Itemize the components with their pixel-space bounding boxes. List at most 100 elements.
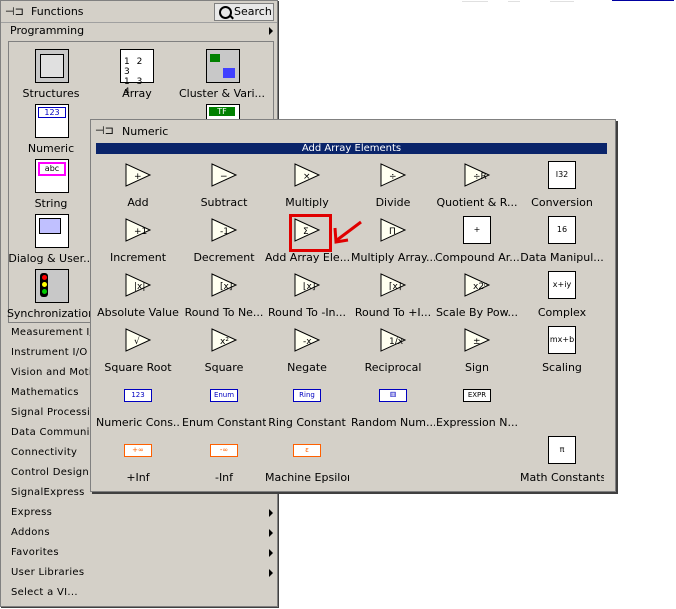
- numeric-item-label: Compound Ar...: [435, 251, 519, 264]
- numeric-item-12-icon[interactable]: |x|: [123, 270, 153, 300]
- numeric-item-label: Subtract: [200, 196, 248, 209]
- numeric-item-18-icon[interactable]: √: [123, 325, 153, 355]
- numeric-item-21-icon[interactable]: 1/x: [378, 325, 408, 355]
- red-arrow-annotation: [333, 220, 362, 244]
- numeric-item-label: Quotient & R...: [436, 196, 518, 209]
- numeric-item-label: Random Num...: [351, 416, 435, 429]
- string-icon[interactable]: abc: [35, 159, 69, 193]
- numeric-palette: ⊣⊐ Numeric Add Array Elements + Add − Subtr…: [90, 119, 616, 492]
- cluster-icon[interactable]: [206, 49, 240, 83]
- pin-icon[interactable]: ⊣⊐: [95, 124, 114, 137]
- numeric-item-label: Add Array Ele...: [265, 251, 349, 264]
- svg-text:|x|: |x|: [134, 282, 145, 292]
- numeric-item-23-icon[interactable]: mx+b: [547, 325, 577, 355]
- palette-label-cluster: Cluster & Vari...: [178, 87, 266, 100]
- numeric-item-label: Machine Epsilon: [265, 471, 349, 484]
- numeric-item-15-icon[interactable]: ⌈x⌉: [378, 270, 408, 300]
- chevron-right-icon: [269, 509, 273, 517]
- menu-item-user-libraries[interactable]: User Libraries: [11, 567, 84, 578]
- dialog-icon[interactable]: [35, 214, 69, 248]
- numeric-item-label: Scaling: [542, 361, 582, 374]
- pin-icon[interactable]: ⊣⊐: [5, 5, 24, 18]
- numeric-item-29-icon[interactable]: +∞: [123, 435, 153, 465]
- numeric-item-10-icon[interactable]: +: [462, 215, 492, 245]
- menu-item-signalexpress[interactable]: SignalExpress: [11, 487, 85, 498]
- array-icon[interactable]: 1 2 31 3 4: [120, 49, 154, 97]
- menu-item-connectivity[interactable]: Connectivity: [11, 447, 77, 458]
- numeric-item-26-icon[interactable]: Ring: [292, 380, 322, 410]
- category-programming[interactable]: Programming: [10, 24, 84, 37]
- svg-text:−: −: [220, 172, 228, 182]
- chevron-right-icon: [269, 27, 273, 35]
- numeric-item-11-icon[interactable]: 16: [547, 215, 577, 245]
- numeric-item-label: +Inf: [126, 471, 150, 484]
- svg-text:x²: x²: [220, 337, 229, 347]
- numeric-item-14-icon[interactable]: ⌊x⌋: [292, 270, 322, 300]
- numeric-item-7-icon[interactable]: -1: [209, 215, 239, 245]
- numeric-item-28-icon[interactable]: EXPR: [462, 380, 492, 410]
- numeric-item-20-icon[interactable]: -x: [292, 325, 322, 355]
- numeric-item-label: Add: [127, 196, 149, 209]
- numeric-item-25-icon[interactable]: Enum: [209, 380, 239, 410]
- numeric-item-32-icon[interactable]: π: [547, 435, 577, 465]
- menu-item-favorites[interactable]: Favorites: [11, 547, 59, 558]
- numeric-item-22-icon[interactable]: ±: [462, 325, 492, 355]
- numeric-item-0-icon[interactable]: +: [123, 160, 153, 190]
- numeric-item-label: Complex: [537, 306, 587, 319]
- numeric-item-label: Reciprocal: [364, 361, 422, 374]
- numeric-item-label: Absolute Value: [97, 306, 179, 319]
- svg-text:-1: -1: [220, 227, 229, 237]
- decor-line: [462, 1, 488, 2]
- menu-item-addons[interactable]: Addons: [11, 527, 50, 538]
- palette-label-dialog: Dialog & User...: [8, 252, 94, 265]
- menu-item-mathematics[interactable]: Mathematics: [11, 387, 79, 398]
- search-icon: [219, 6, 232, 19]
- menu-item-express[interactable]: Express: [11, 507, 52, 518]
- numeric-item-label: Round To -In...: [267, 306, 347, 319]
- svg-text:1/x: 1/x: [389, 337, 404, 347]
- numeric-item-label: Increment: [109, 251, 167, 264]
- search-button[interactable]: Search: [214, 3, 274, 21]
- numeric-titlebar: ⊣⊐ Numeric: [91, 120, 615, 142]
- numeric-item-label: Sign: [465, 361, 489, 374]
- chevron-right-icon: [269, 569, 273, 577]
- palette-label-structures: Structures: [22, 87, 80, 100]
- numeric-item-1-icon[interactable]: −: [209, 160, 239, 190]
- numeric-item-6-icon[interactable]: +1: [123, 215, 153, 245]
- svg-text:+1: +1: [134, 227, 147, 237]
- numeric-item-5-icon[interactable]: I32: [547, 160, 577, 190]
- synchronization-icon[interactable]: [35, 269, 69, 303]
- menu-item-select-vi[interactable]: Select a VI...: [11, 587, 78, 598]
- numeric-item-label: Expression N...: [436, 416, 518, 429]
- structures-icon[interactable]: [35, 49, 69, 83]
- numeric-item-4-icon[interactable]: ÷R: [462, 160, 492, 190]
- numeric-item-19-icon[interactable]: x²: [209, 325, 239, 355]
- numeric-item-label: Numeric Cons...: [96, 416, 180, 429]
- numeric-item-27-icon[interactable]: ⚅: [378, 380, 408, 410]
- numeric-item-16-icon[interactable]: x2ⁿ: [462, 270, 492, 300]
- numeric-item-label: Negate: [287, 361, 327, 374]
- numeric-item-30-icon[interactable]: -∞: [209, 435, 239, 465]
- svg-text:×: ×: [303, 172, 311, 182]
- numeric-item-9-icon[interactable]: Π: [378, 215, 408, 245]
- svg-text:÷R: ÷R: [473, 172, 487, 182]
- numeric-item-label: Conversion: [531, 196, 593, 209]
- chevron-right-icon: [269, 529, 273, 537]
- svg-text:±: ±: [473, 337, 481, 347]
- numeric-item-13-icon[interactable]: [x]: [209, 270, 239, 300]
- numeric-item-label: Round To +I...: [354, 306, 432, 319]
- numeric-item-31-icon[interactable]: ε: [292, 435, 322, 465]
- svg-text:+: +: [134, 172, 142, 182]
- numeric-item-24-icon[interactable]: 123: [123, 380, 153, 410]
- menu-item-measurement-io[interactable]: Measurement I/O: [11, 327, 102, 338]
- numeric-icon[interactable]: 123: [35, 104, 69, 138]
- numeric-item-label: Scale By Pow...: [435, 306, 519, 319]
- numeric-item-3-icon[interactable]: ÷: [378, 160, 408, 190]
- numeric-item-label: Square Root: [104, 361, 172, 374]
- menu-item-instrument-io[interactable]: Instrument I/O: [11, 347, 88, 358]
- palette-label-array: Array: [122, 87, 152, 100]
- numeric-item-2-icon[interactable]: ×: [292, 160, 322, 190]
- decor-line: [550, 1, 574, 2]
- numeric-item-17-icon[interactable]: x+iy: [547, 270, 577, 300]
- highlight-box: [289, 214, 332, 252]
